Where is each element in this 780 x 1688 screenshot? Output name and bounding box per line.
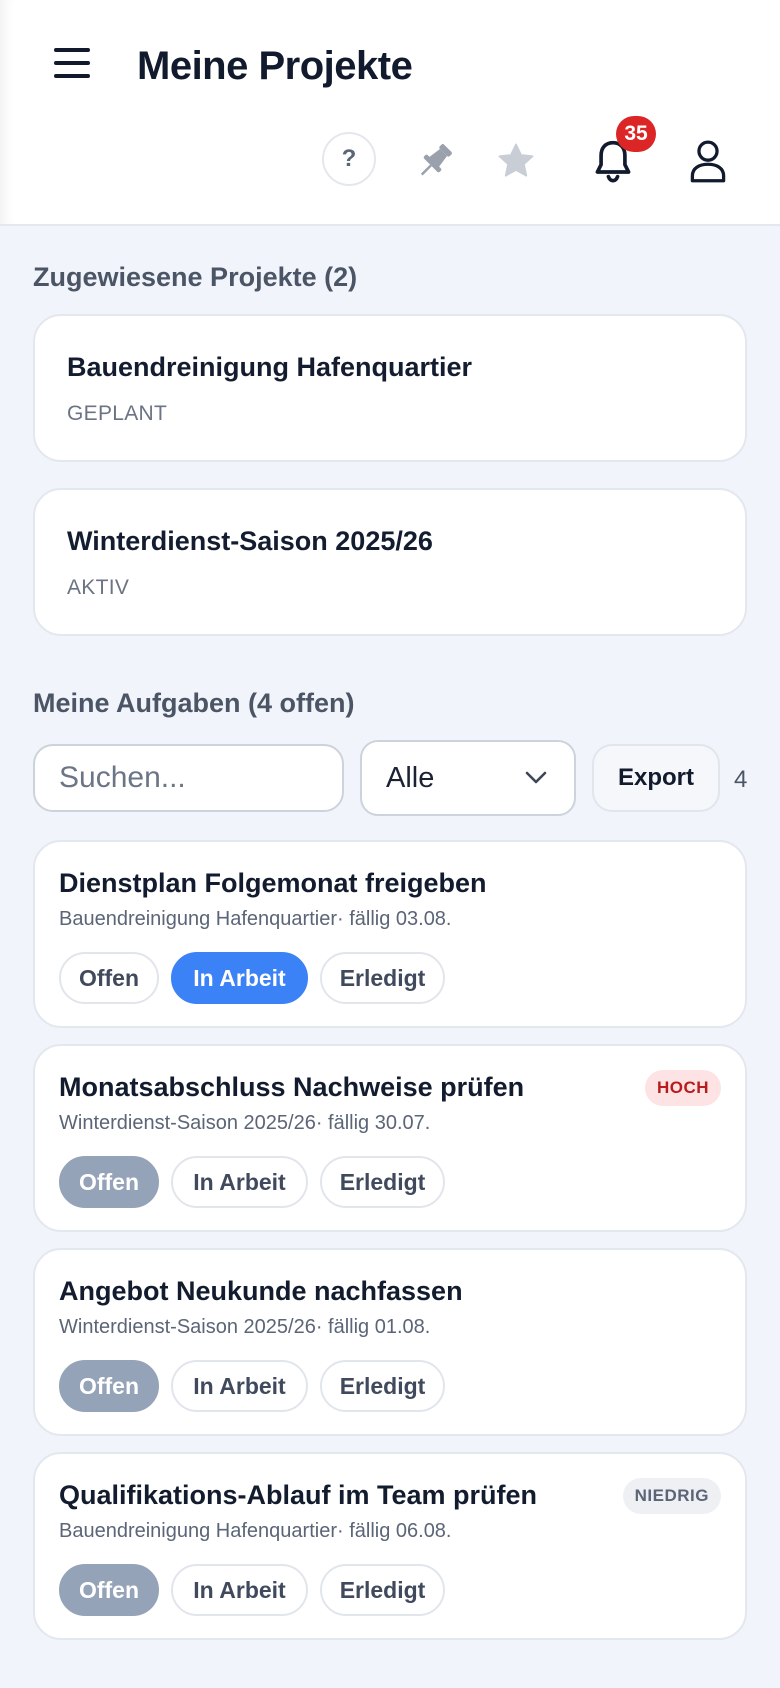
task-count: 4: [734, 766, 748, 793]
task-meta: Winterdienst-Saison 2025/26· fällig 30.0…: [59, 1112, 431, 1134]
status-in-progress-button[interactable]: In Arbeit: [171, 1156, 308, 1208]
task-title: Monatsabschluss Nachweise prüfen: [59, 1072, 525, 1102]
status-in-progress-button[interactable]: In Arbeit: [171, 1360, 308, 1412]
priority-badge: NIEDRIG: [622, 1478, 721, 1514]
project-status: GEPLANT: [67, 402, 168, 425]
menu-icon[interactable]: [52, 46, 92, 82]
chevron-down-icon: [525, 771, 547, 784]
star-icon: [498, 143, 534, 177]
status-open-button[interactable]: Offen: [59, 1360, 159, 1412]
profile-button[interactable]: [684, 134, 732, 188]
task-meta: Winterdienst-Saison 2025/26· fällig 01.0…: [59, 1316, 431, 1338]
project-card[interactable]: Bauendreinigung Hafenquartier GEPLANT: [33, 314, 747, 462]
status-filter-select[interactable]: Alle: [360, 740, 576, 816]
tasks-section-title: Meine Aufgaben (4 offen): [33, 688, 355, 718]
project-name: Winterdienst-Saison 2025/26: [67, 526, 433, 556]
status-open-button[interactable]: Offen: [59, 1156, 159, 1208]
task-card[interactable]: Angebot Neukunde nachfassen Winterdienst…: [33, 1248, 747, 1436]
projects-section-title: Zugewiesene Projekte (2): [33, 262, 358, 292]
app-header: Meine Projekte ? 35: [0, 0, 780, 226]
project-name: Bauendreinigung Hafenquartier: [67, 352, 473, 382]
filter-value: Alle: [386, 762, 435, 794]
user-icon: [690, 140, 726, 183]
help-button[interactable]: ?: [322, 132, 376, 186]
status-in-progress-button[interactable]: In Arbeit: [171, 1564, 308, 1616]
status-done-button[interactable]: Erledigt: [320, 1564, 445, 1616]
task-meta: Bauendreinigung Hafenquartier· fällig 03…: [59, 908, 452, 930]
task-title: Qualifikations-Ablauf im Team prüfen: [59, 1480, 538, 1510]
search-input[interactable]: [33, 744, 344, 812]
page-title: Meine Projekte: [137, 44, 413, 88]
project-card[interactable]: Winterdienst-Saison 2025/26 AKTIV: [33, 488, 747, 636]
status-done-button[interactable]: Erledigt: [320, 1360, 445, 1412]
status-open-button[interactable]: Offen: [59, 952, 159, 1004]
pin-icon: [420, 144, 452, 176]
task-meta: Bauendreinigung Hafenquartier· fällig 06…: [59, 1520, 452, 1542]
priority-badge: HOCH: [644, 1070, 721, 1106]
task-title: Angebot Neukunde nachfassen: [59, 1276, 463, 1306]
status-in-progress-button[interactable]: In Arbeit: [171, 952, 308, 1004]
project-status: AKTIV: [67, 576, 130, 599]
task-card[interactable]: Dienstplan Folgemonat freigeben Bauendre…: [33, 840, 747, 1028]
help-icon: ?: [341, 145, 357, 172]
status-done-button[interactable]: Erledigt: [320, 952, 445, 1004]
task-card[interactable]: Monatsabschluss Nachweise prüfen HOCH Wi…: [33, 1044, 747, 1232]
task-title: Dienstplan Folgemonat freigeben: [59, 868, 487, 898]
task-card[interactable]: Qualifikations-Ablauf im Team prüfen NIE…: [33, 1452, 747, 1640]
notification-badge: 35: [616, 116, 656, 152]
export-button[interactable]: Export: [592, 744, 720, 812]
star-button[interactable]: [490, 136, 542, 186]
status-open-button[interactable]: Offen: [59, 1564, 159, 1616]
pin-button[interactable]: [410, 136, 460, 186]
status-done-button[interactable]: Erledigt: [320, 1156, 445, 1208]
